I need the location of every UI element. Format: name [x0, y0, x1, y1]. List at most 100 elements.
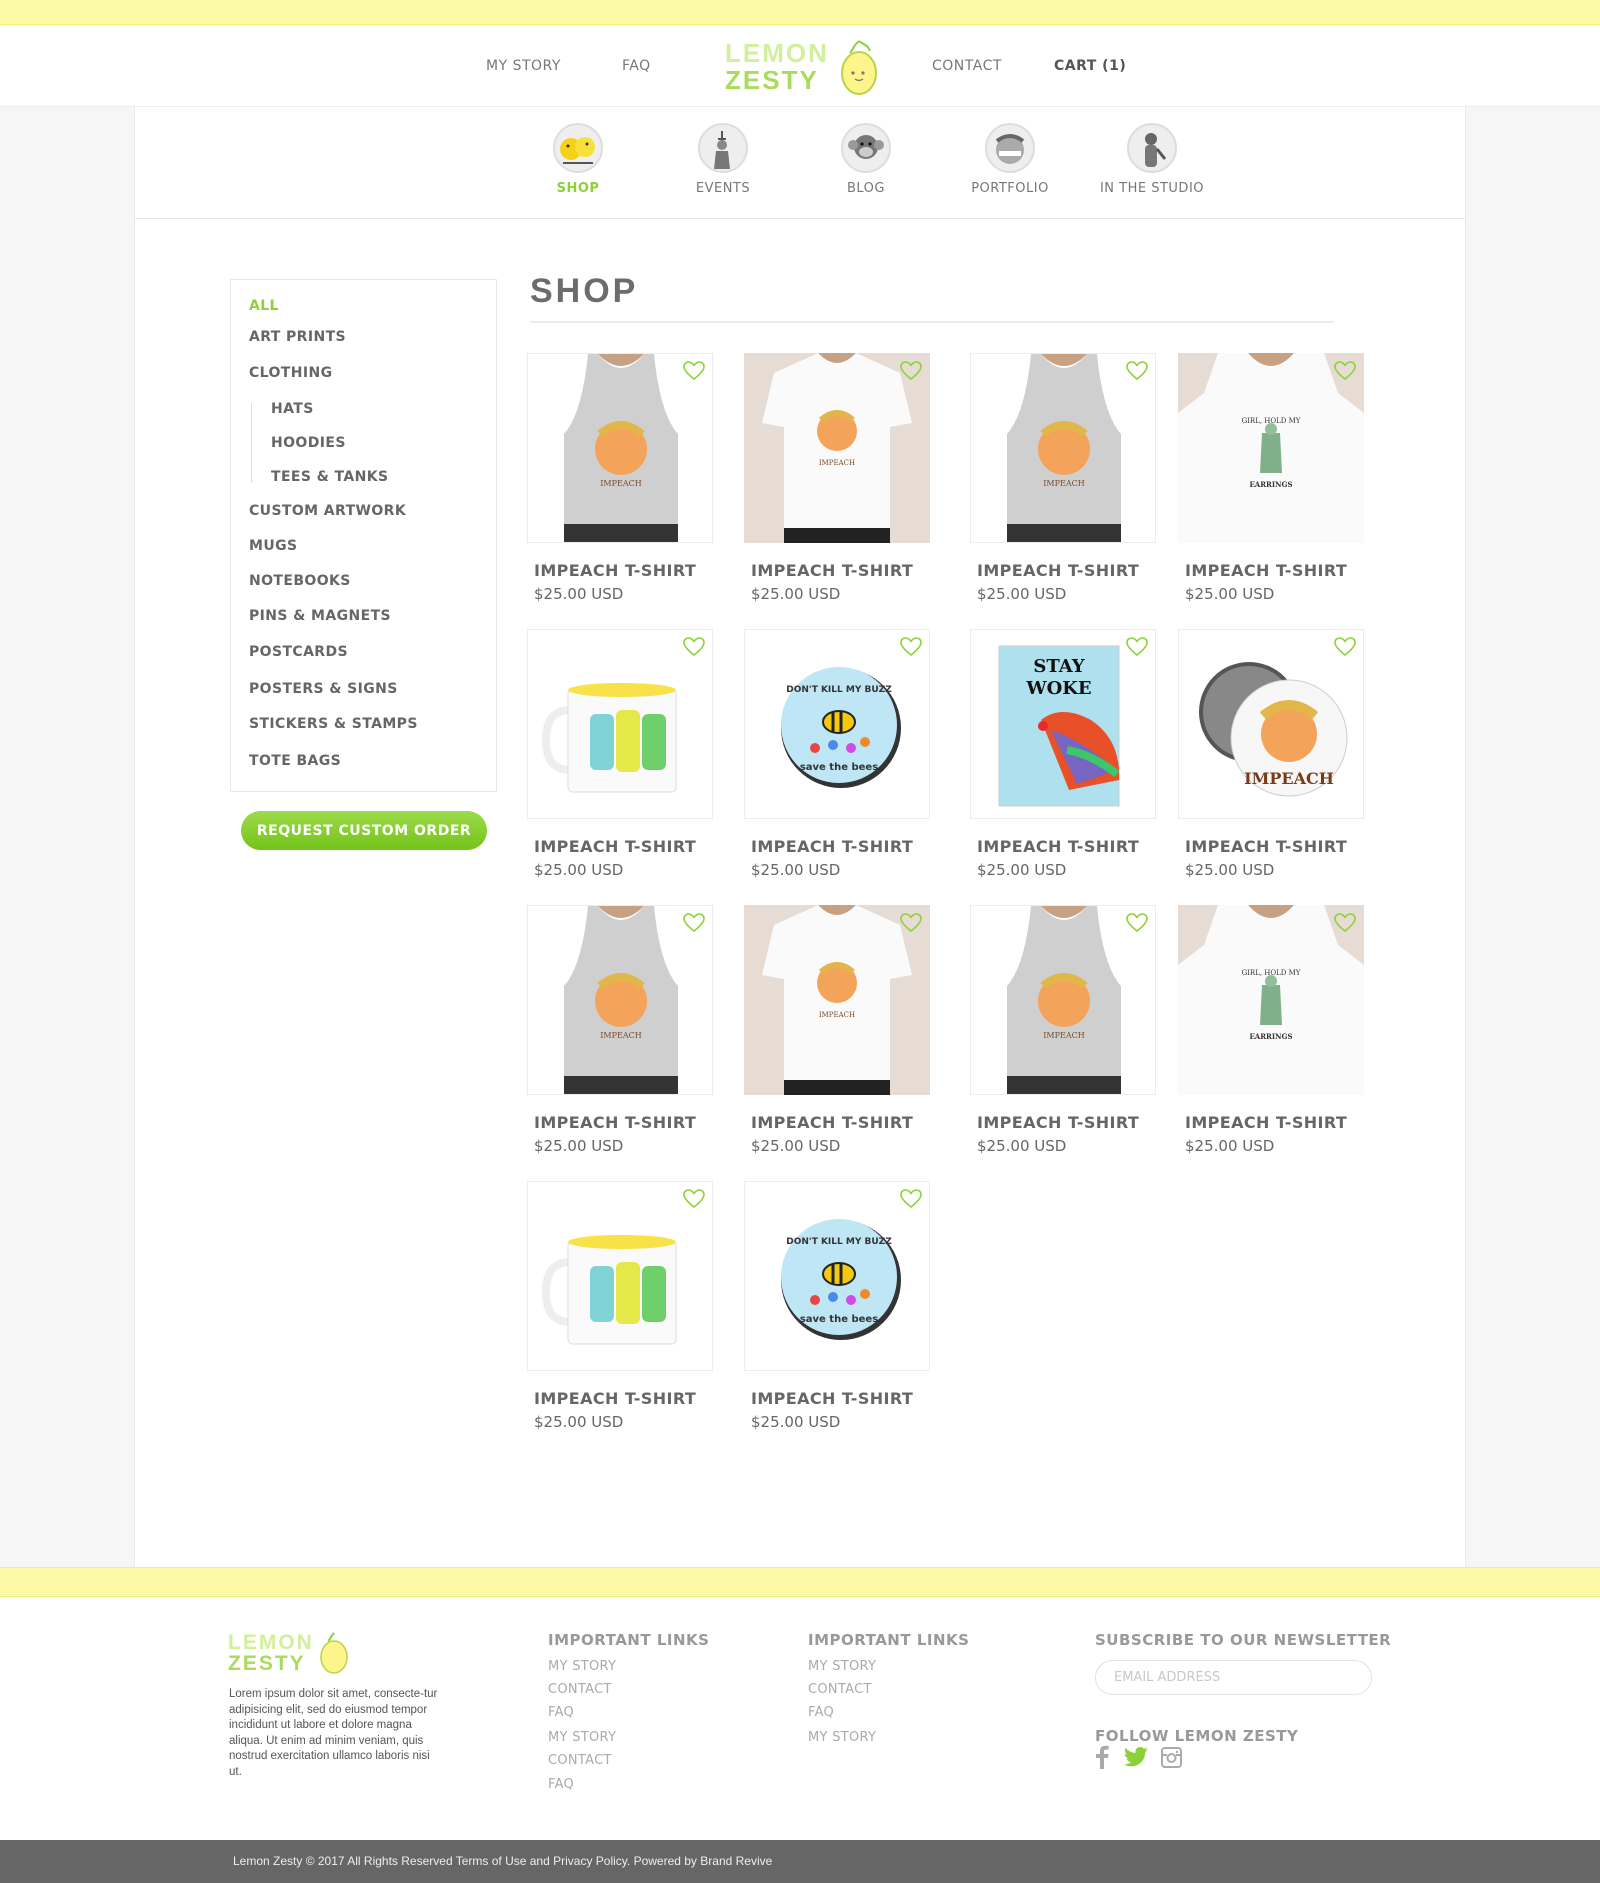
- product-price: $25.00 USD: [977, 585, 1067, 603]
- product-price: $25.00 USD: [751, 1413, 841, 1431]
- product-name[interactable]: IMPEACH T-SHIRT: [977, 1113, 1139, 1132]
- sloth-icon: [1127, 123, 1177, 173]
- product-image[interactable]: DON'T KILL MY BUZZ save the bees: [744, 629, 930, 819]
- sidebar-item-notebooks[interactable]: NOTEBOOKS: [249, 573, 351, 589]
- product-name[interactable]: IMPEACH T-SHIRT: [1185, 1113, 1347, 1132]
- liberty-tee-product-image: GIRL, HOLD MYEARRINGS: [1178, 353, 1364, 543]
- tab-in-the-studio-label: IN THE STUDIO: [1099, 181, 1205, 196]
- heart-icon[interactable]: [1126, 913, 1148, 933]
- mug-product-image: [528, 1182, 712, 1370]
- product-name[interactable]: IMPEACH T-SHIRT: [534, 1113, 696, 1132]
- site-header: MY STORY FAQ LEMON ZESTY CONTACT CART (1…: [0, 25, 1600, 107]
- footer-link-faq[interactable]: FAQ: [548, 1705, 574, 1720]
- tab-blog[interactable]: BLOG: [796, 123, 936, 196]
- email-input[interactable]: [1095, 1660, 1372, 1695]
- copyright-bar: Lemon Zesty © 2017 All Rights Reserved T…: [0, 1840, 1600, 1883]
- heart-icon[interactable]: [683, 1189, 705, 1209]
- product-image[interactable]: IMPEACH: [744, 353, 930, 543]
- product-price: $25.00 USD: [1185, 1137, 1275, 1155]
- product-name[interactable]: IMPEACH T-SHIRT: [977, 837, 1139, 856]
- rooster-card-product-image: STAYWOKE: [971, 630, 1155, 818]
- footer-link-contact[interactable]: CONTACT: [548, 1682, 612, 1697]
- sidebar-item-tote-bags[interactable]: TOTE BAGS: [249, 753, 341, 769]
- heart-icon[interactable]: [683, 913, 705, 933]
- twitter-icon[interactable]: [1124, 1747, 1148, 1767]
- heart-icon[interactable]: [900, 913, 922, 933]
- heart-icon[interactable]: [900, 637, 922, 657]
- product-name[interactable]: IMPEACH T-SHIRT: [534, 1389, 696, 1408]
- sidebar-item-hats[interactable]: HATS: [271, 401, 314, 417]
- heart-icon[interactable]: [1334, 361, 1356, 381]
- product-image[interactable]: IMPEACH: [744, 905, 930, 1095]
- sidebar-item-posters-signs[interactable]: POSTERS & SIGNS: [249, 681, 398, 697]
- product-name[interactable]: IMPEACH T-SHIRT: [534, 837, 696, 856]
- heart-icon[interactable]: [1334, 913, 1356, 933]
- product-name[interactable]: IMPEACH T-SHIRT: [751, 837, 913, 856]
- bee-button-product-image: DON'T KILL MY BUZZ save the bees: [745, 1182, 929, 1370]
- heart-icon[interactable]: [1126, 637, 1148, 657]
- nav-contact[interactable]: CONTACT: [932, 58, 1002, 74]
- product-image[interactable]: STAY WOKE: [970, 629, 1156, 819]
- footer-link-faq[interactable]: FAQ: [808, 1705, 834, 1720]
- product-name[interactable]: IMPEACH T-SHIRT: [534, 561, 696, 580]
- sidebar-item-art-prints[interactable]: ART PRINTS: [249, 329, 346, 345]
- request-custom-order-button[interactable]: REQUEST CUSTOM ORDER: [241, 811, 487, 850]
- footer-link-faq[interactable]: FAQ: [548, 1777, 574, 1792]
- heart-icon[interactable]: [900, 361, 922, 381]
- category-nav: SHOP EVENTS BLOG PORTFOLIO IN THE STUDIO: [135, 107, 1465, 219]
- tab-shop[interactable]: SHOP: [508, 123, 648, 196]
- sidebar-item-tees-tanks[interactable]: TEES & TANKS: [271, 469, 388, 485]
- tab-portfolio[interactable]: PORTFOLIO: [940, 123, 1080, 196]
- product-image[interactable]: IMPEACH: [970, 905, 1156, 1095]
- sidebar-item-hoodies[interactable]: HOODIES: [271, 435, 346, 451]
- heart-icon[interactable]: [683, 637, 705, 657]
- sidebar-item-stickers-stamps[interactable]: STICKERS & STAMPS: [249, 716, 418, 732]
- footer-link-my-story[interactable]: MY STORY: [548, 1659, 616, 1674]
- sidebar-item-clothing[interactable]: CLOTHING: [249, 365, 332, 381]
- heart-icon[interactable]: [1126, 361, 1148, 381]
- facebook-icon[interactable]: [1095, 1745, 1109, 1769]
- svg-text:save the bees: save the bees: [800, 762, 878, 773]
- product-image[interactable]: DON'T KILL MY BUZZ save the bees: [744, 1181, 930, 1371]
- site-logo[interactable]: LEMON ZESTY: [720, 35, 880, 97]
- heart-icon[interactable]: [900, 1189, 922, 1209]
- footer-link-my-story[interactable]: MY STORY: [808, 1730, 876, 1745]
- tab-events[interactable]: EVENTS: [653, 123, 793, 196]
- product-image[interactable]: [527, 629, 713, 819]
- product-image[interactable]: IMPEACH: [527, 905, 713, 1095]
- product-name[interactable]: IMPEACH T-SHIRT: [751, 1389, 913, 1408]
- sidebar-item-pins-magnets[interactable]: PINS & MAGNETS: [249, 608, 391, 624]
- sidebar-item-postcards[interactable]: POSTCARDS: [249, 644, 348, 660]
- footer-logo-line-1: LEMON: [228, 1631, 314, 1654]
- product-name[interactable]: IMPEACH T-SHIRT: [977, 561, 1139, 580]
- footer-logo[interactable]: LEMON ZESTY: [228, 1630, 358, 1680]
- footer-about-text: Lorem ipsum dolor sit amet, consecte-tur…: [229, 1688, 438, 1778]
- footer-link-my-story[interactable]: MY STORY: [548, 1730, 616, 1745]
- sidebar-item-mugs[interactable]: MUGS: [249, 538, 297, 554]
- product-image[interactable]: GIRL, HOLD MY EARRINGS: [1178, 353, 1364, 543]
- sidebar-item-custom-artwork[interactable]: CUSTOM ARTWORK: [249, 503, 406, 519]
- product-name[interactable]: IMPEACH T-SHIRT: [751, 561, 913, 580]
- instagram-icon[interactable]: [1161, 1747, 1182, 1768]
- footer-link-my-story[interactable]: MY STORY: [808, 1659, 876, 1674]
- tab-in-the-studio[interactable]: IN THE STUDIO: [1082, 123, 1222, 196]
- product-image[interactable]: IMPEACH: [527, 353, 713, 543]
- product-image[interactable]: GIRL, HOLD MY EARRINGS: [1178, 905, 1364, 1095]
- statue-of-liberty-icon: [698, 123, 748, 173]
- footer-link-contact[interactable]: CONTACT: [808, 1682, 872, 1697]
- newsletter-heading: SUBSCRIBE TO OUR NEWSLETTER: [1095, 1631, 1392, 1649]
- product-name[interactable]: IMPEACH T-SHIRT: [1185, 561, 1347, 580]
- product-name[interactable]: IMPEACH T-SHIRT: [751, 1113, 913, 1132]
- footer-link-contact[interactable]: CONTACT: [548, 1753, 612, 1768]
- heart-icon[interactable]: [1334, 637, 1356, 657]
- svg-text:EARRINGS: EARRINGS: [1249, 1032, 1292, 1041]
- product-image[interactable]: IMPEACH: [1178, 629, 1364, 819]
- heart-icon[interactable]: [683, 361, 705, 381]
- product-image[interactable]: [527, 1181, 713, 1371]
- nav-faq[interactable]: FAQ: [622, 58, 651, 74]
- product-name[interactable]: IMPEACH T-SHIRT: [1185, 837, 1347, 856]
- nav-cart[interactable]: CART (1): [1054, 58, 1126, 74]
- product-image[interactable]: IMPEACH: [970, 353, 1156, 543]
- sidebar-item-all[interactable]: ALL: [249, 298, 279, 314]
- nav-my-story[interactable]: MY STORY: [486, 58, 561, 74]
